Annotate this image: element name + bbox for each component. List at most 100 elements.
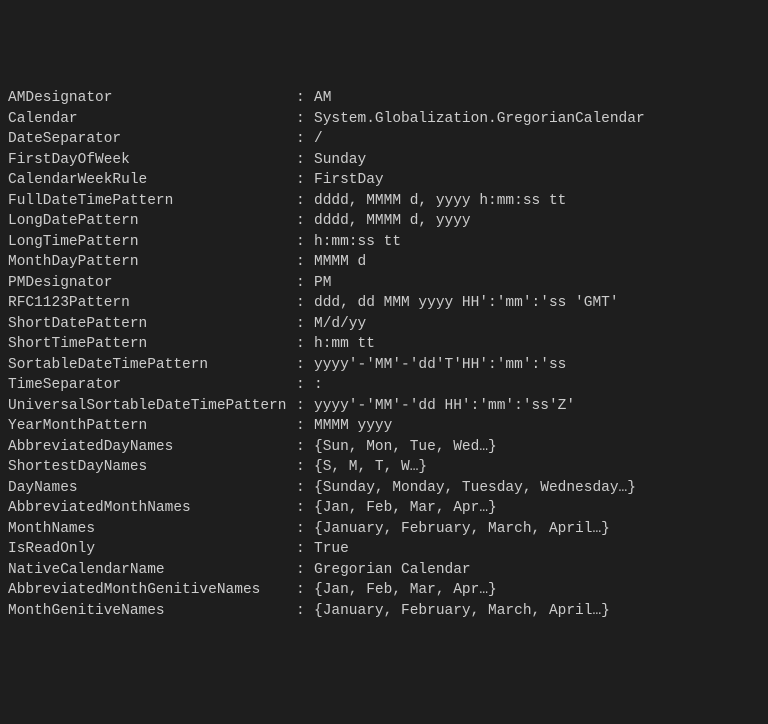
property-separator: : (296, 109, 314, 130)
property-value: System.Globalization.GregorianCalendar (314, 111, 645, 127)
property-separator: : (296, 457, 314, 478)
property-value: ddd, dd MMM yyyy HH':'mm':'ss 'GMT' (314, 295, 619, 311)
property-row: IsReadOnly:True (8, 539, 760, 560)
property-key: AbbreviatedDayNames (8, 437, 296, 458)
property-row: CalendarWeekRule:FirstDay (8, 170, 760, 191)
property-row: LongTimePattern:h:mm:ss tt (8, 232, 760, 253)
property-key: AMDesignator (8, 88, 296, 109)
property-row: RFC1123Pattern:ddd, dd MMM yyyy HH':'mm'… (8, 293, 760, 314)
property-separator: : (296, 293, 314, 314)
property-row: ShortTimePattern:h:mm tt (8, 334, 760, 355)
property-row: Calendar:System.Globalization.GregorianC… (8, 109, 760, 130)
property-separator: : (296, 498, 314, 519)
property-separator: : (296, 539, 314, 560)
property-key: FirstDayOfWeek (8, 150, 296, 171)
property-value: dddd, MMMM d, yyyy h:mm:ss tt (314, 193, 566, 209)
property-row: FullDateTimePattern:dddd, MMMM d, yyyy h… (8, 191, 760, 212)
property-value: PM (314, 275, 331, 291)
property-value: {Sunday, Monday, Tuesday, Wednesday…} (314, 480, 636, 496)
property-row: YearMonthPattern:MMMM yyyy (8, 416, 760, 437)
property-key: FullDateTimePattern (8, 191, 296, 212)
property-key: Calendar (8, 109, 296, 130)
property-value: : (314, 377, 323, 393)
property-value: h:mm tt (314, 336, 375, 352)
property-value: {January, February, March, April…} (314, 603, 610, 619)
property-value: {Sun, Mon, Tue, Wed…} (314, 439, 497, 455)
property-row: LongDatePattern:dddd, MMMM d, yyyy (8, 211, 760, 232)
property-separator: : (296, 560, 314, 581)
property-separator: : (296, 416, 314, 437)
property-key: UniversalSortableDateTimePattern (8, 396, 296, 417)
property-key: IsReadOnly (8, 539, 296, 560)
property-row: AbbreviatedDayNames:{Sun, Mon, Tue, Wed…… (8, 437, 760, 458)
property-value: {Jan, Feb, Mar, Apr…} (314, 500, 497, 516)
property-value: {S, M, T, W…} (314, 459, 427, 475)
property-row: UniversalSortableDateTimePattern:yyyy'-'… (8, 396, 760, 417)
property-key: LongTimePattern (8, 232, 296, 253)
property-row: SortableDateTimePattern:yyyy'-'MM'-'dd'T… (8, 355, 760, 376)
property-separator: : (296, 519, 314, 540)
property-row: AbbreviatedMonthNames:{Jan, Feb, Mar, Ap… (8, 498, 760, 519)
property-row: AbbreviatedMonthGenitiveNames:{Jan, Feb,… (8, 580, 760, 601)
property-value: AM (314, 90, 331, 106)
property-separator: : (296, 88, 314, 109)
property-separator: : (296, 211, 314, 232)
property-row: MonthDayPattern:MMMM d (8, 252, 760, 273)
property-row: PMDesignator:PM (8, 273, 760, 294)
property-row: TimeSeparator:: (8, 375, 760, 396)
property-value: yyyy'-'MM'-'dd HH':'mm':'ss'Z' (314, 398, 575, 414)
property-key: NativeCalendarName (8, 560, 296, 581)
property-key: AbbreviatedMonthNames (8, 498, 296, 519)
property-separator: : (296, 191, 314, 212)
property-value: dddd, MMMM d, yyyy (314, 213, 471, 229)
property-separator: : (296, 232, 314, 253)
property-separator: : (296, 601, 314, 622)
property-value: MMMM yyyy (314, 418, 392, 434)
property-separator: : (296, 150, 314, 171)
property-key: LongDatePattern (8, 211, 296, 232)
property-value: True (314, 541, 349, 557)
property-separator: : (296, 580, 314, 601)
property-value: M/d/yy (314, 316, 366, 332)
property-key: AbbreviatedMonthGenitiveNames (8, 580, 296, 601)
property-key: MonthGenitiveNames (8, 601, 296, 622)
property-separator: : (296, 396, 314, 417)
property-value: h:mm:ss tt (314, 234, 401, 250)
property-value: yyyy'-'MM'-'dd'T'HH':'mm':'ss (314, 357, 566, 373)
property-key: PMDesignator (8, 273, 296, 294)
property-row: FirstDayOfWeek:Sunday (8, 150, 760, 171)
property-row: NativeCalendarName:Gregorian Calendar (8, 560, 760, 581)
property-row: MonthNames:{January, February, March, Ap… (8, 519, 760, 540)
property-value: {Jan, Feb, Mar, Apr…} (314, 582, 497, 598)
property-key: CalendarWeekRule (8, 170, 296, 191)
property-row: ShortestDayNames:{S, M, T, W…} (8, 457, 760, 478)
property-separator: : (296, 314, 314, 335)
property-key: ShortTimePattern (8, 334, 296, 355)
property-separator: : (296, 252, 314, 273)
property-value: / (314, 131, 323, 147)
property-separator: : (296, 273, 314, 294)
property-row: DayNames:{Sunday, Monday, Tuesday, Wedne… (8, 478, 760, 499)
property-value: MMMM d (314, 254, 366, 270)
property-value: FirstDay (314, 172, 384, 188)
property-key: DateSeparator (8, 129, 296, 150)
property-key: MonthDayPattern (8, 252, 296, 273)
property-value: Sunday (314, 152, 366, 168)
property-row: ShortDatePattern:M/d/yy (8, 314, 760, 335)
property-separator: : (296, 129, 314, 150)
property-key: YearMonthPattern (8, 416, 296, 437)
property-row: DateSeparator:/ (8, 129, 760, 150)
property-separator: : (296, 437, 314, 458)
property-key: SortableDateTimePattern (8, 355, 296, 376)
property-key: RFC1123Pattern (8, 293, 296, 314)
property-separator: : (296, 334, 314, 355)
property-value: {January, February, March, April…} (314, 521, 610, 537)
property-separator: : (296, 375, 314, 396)
property-separator: : (296, 170, 314, 191)
property-row: AMDesignator:AM (8, 88, 760, 109)
property-key: DayNames (8, 478, 296, 499)
property-row: MonthGenitiveNames:{January, February, M… (8, 601, 760, 622)
property-value: Gregorian Calendar (314, 562, 471, 578)
property-key: TimeSeparator (8, 375, 296, 396)
property-key: MonthNames (8, 519, 296, 540)
